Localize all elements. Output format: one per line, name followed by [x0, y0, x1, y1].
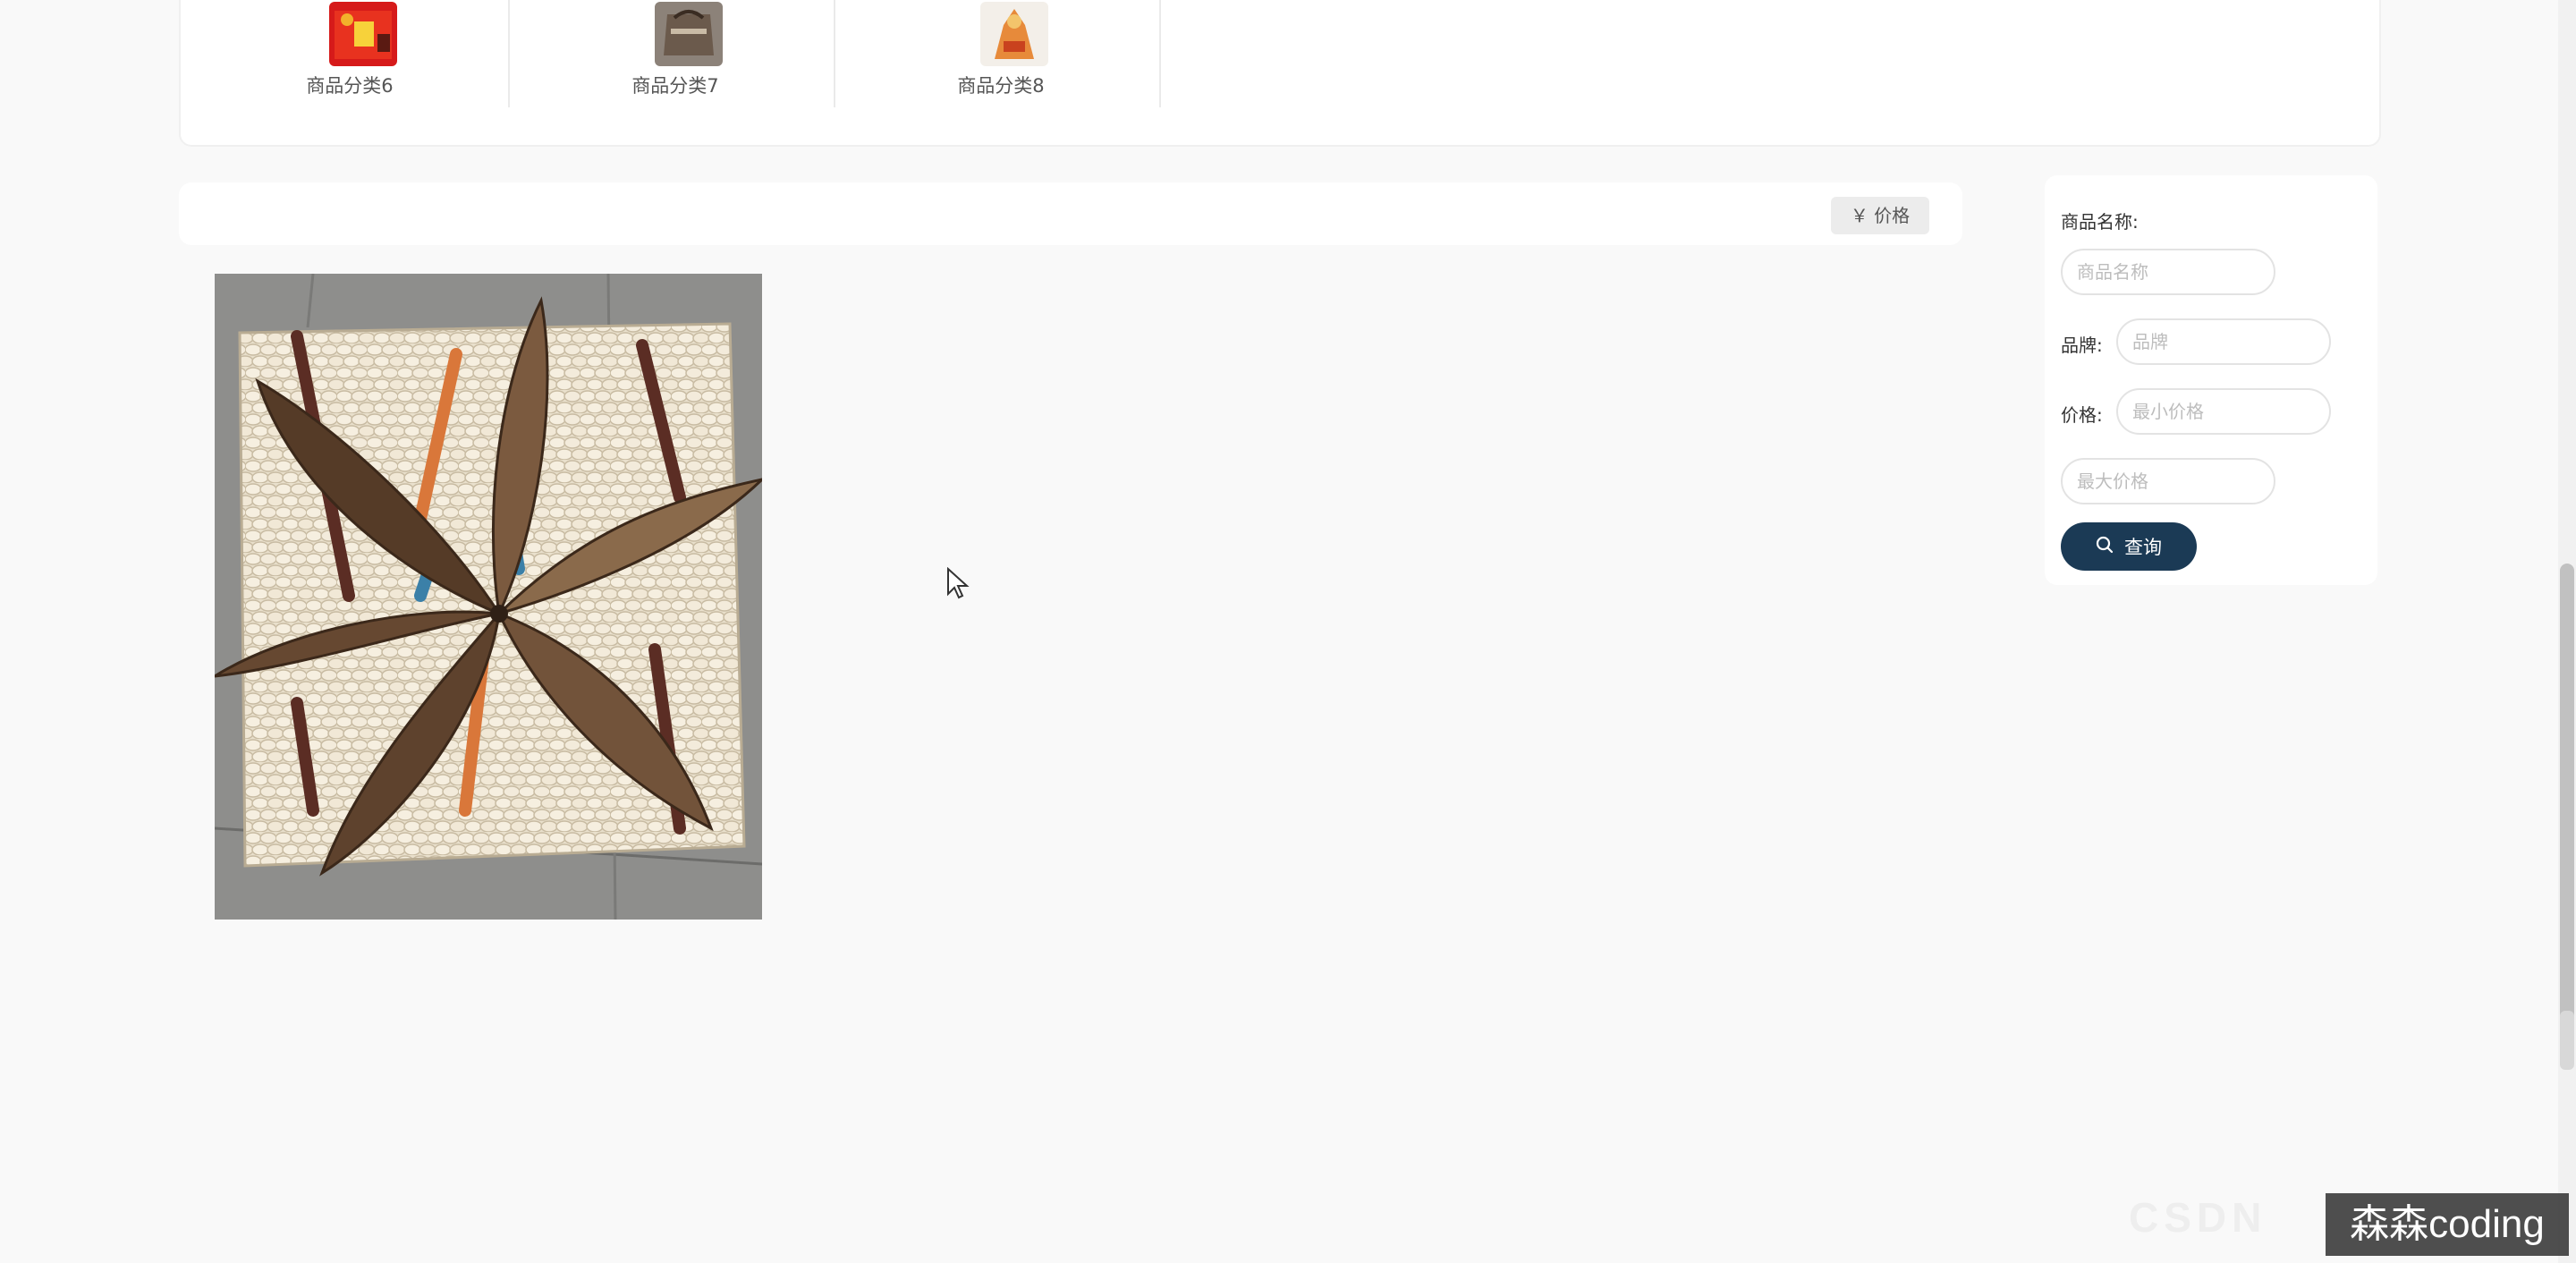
- search-button-label: 查询: [2124, 537, 2162, 558]
- category-item-6[interactable]: 商品分类6: [184, 0, 510, 107]
- min-price-input[interactable]: [2116, 388, 2331, 435]
- watermark-label: 森森coding: [2326, 1193, 2569, 1256]
- category-8-thumbnail: [980, 2, 1048, 66]
- brand-label: 品牌:: [2061, 335, 2103, 356]
- product-name-input[interactable]: [2061, 249, 2275, 295]
- category-6-label: 商品分类6: [306, 75, 394, 97]
- category-7-label: 商品分类7: [631, 75, 719, 97]
- category-7-thumbnail: [655, 2, 723, 66]
- brand-input[interactable]: [2116, 318, 2331, 365]
- search-button[interactable]: 查询: [2061, 522, 2197, 571]
- max-price-input[interactable]: [2061, 458, 2275, 504]
- scroll-to-top-button[interactable]: [2560, 1011, 2574, 1070]
- category-item-7[interactable]: 商品分类7: [510, 0, 835, 107]
- search-icon: [2096, 536, 2114, 558]
- mouse-cursor-icon: [947, 567, 970, 599]
- sort-bar: ￥ 价格: [179, 182, 1962, 245]
- category-6-thumbnail: [329, 2, 397, 66]
- category-strip: 商品分类6 商品分类7 商品分类8: [179, 0, 2381, 147]
- price-label: 价格:: [2061, 404, 2103, 426]
- category-8-label: 商品分类8: [957, 75, 1045, 97]
- category-item-8[interactable]: 商品分类8: [835, 0, 1161, 107]
- price-sort-button[interactable]: ￥ 价格: [1831, 197, 1929, 234]
- page-content: 商品分类6 商品分类7 商品分类8 ￥ 价格 商品名称: 商品名称 品牌: 品牌…: [0, 0, 2576, 1263]
- scrollbar-thumb[interactable]: [2560, 564, 2574, 1064]
- product-grid: [215, 274, 1959, 920]
- faint-watermark: CSDN: [2129, 1194, 2267, 1241]
- product-name-label: 商品名称:: [2061, 211, 2139, 233]
- filter-panel: 商品名称: 品牌: 价格: 查询: [2045, 175, 2377, 585]
- product-card[interactable]: [215, 274, 762, 920]
- product-image: [215, 274, 762, 920]
